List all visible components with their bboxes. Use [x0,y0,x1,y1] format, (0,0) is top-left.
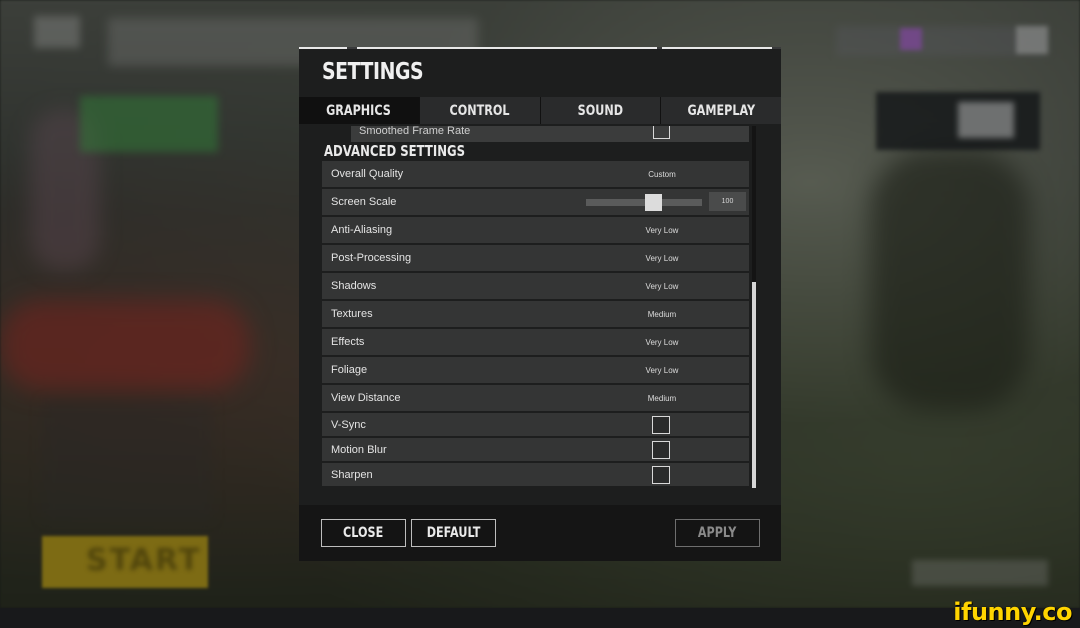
background-mode-badge [958,102,1014,138]
screen-scale-row: Screen Scale 100 [322,189,749,215]
screen-scale-slider-track[interactable] [586,199,702,206]
overall-quality-label: Overall Quality [331,168,404,180]
foliage-label: Foliage [331,364,368,376]
shadows-row[interactable]: Shadows Very Low [322,273,749,299]
settings-scroll-area[interactable]: Smoothed Frame Rate ADVANCED SETTINGS Ov… [322,126,756,488]
watermark-bar [0,608,1080,628]
textures-row[interactable]: Textures Medium [322,301,749,327]
effects-label: Effects [331,336,365,348]
scrollbar-thumb[interactable] [752,282,756,488]
view-distance-row[interactable]: View Distance Medium [322,385,749,411]
vsync-label: V-Sync [331,418,366,431]
sharpen-label: Sharpen [331,468,373,481]
tab-graphics-label: GRAPHICS [326,102,392,119]
effects-row[interactable]: Effects Very Low [322,329,749,355]
top-divider [299,47,347,49]
background-vehicle [0,300,250,390]
overall-quality-value[interactable]: Custom [622,170,702,179]
background-menu-list [42,400,212,520]
view-distance-value[interactable]: Medium [622,394,702,403]
screen-scale-slider-handle[interactable] [645,194,663,211]
ifunny-watermark: ifunny.co [953,598,1072,626]
post-processing-row[interactable]: Post-Processing Very Low [322,245,749,271]
default-button-label: DEFAULT [426,525,481,541]
sharpen-row[interactable]: Sharpen [322,463,749,486]
sharpen-checkbox[interactable] [652,465,670,484]
close-button[interactable]: CLOSE [321,519,406,547]
textures-label: Textures [331,308,373,320]
background-start-label: START [86,543,202,578]
close-button-label: CLOSE [343,525,384,541]
foliage-row[interactable]: Foliage Very Low [322,357,749,383]
background-logo [34,16,80,48]
post-processing-value[interactable]: Very Low [622,254,702,263]
shadows-label: Shadows [331,280,377,292]
tab-control[interactable]: CONTROL [419,97,541,124]
foliage-value[interactable]: Very Low [622,366,702,375]
tab-graphics[interactable]: GRAPHICS [299,97,420,124]
tab-gameplay[interactable]: GAMEPLAY [661,97,781,124]
settings-dialog: SETTINGS GRAPHICS CONTROL SOUND GAMEPLAY… [299,47,781,561]
screen-scale-label: Screen Scale [331,196,397,208]
background-currency-icon [900,28,922,50]
anti-aliasing-value[interactable]: Very Low [622,226,702,235]
anti-aliasing-label: Anti-Aliasing [331,224,393,236]
tab-sound[interactable]: SOUND [540,97,662,124]
apply-button[interactable]: APPLY [675,519,760,547]
motion-blur-checkbox[interactable] [652,440,670,459]
default-button[interactable]: DEFAULT [411,519,496,547]
dialog-footer: CLOSE DEFAULT APPLY [299,505,781,561]
background-tree [870,150,1030,410]
advanced-settings-heading: ADVANCED SETTINGS [324,142,466,160]
smoothed-frame-rate-label: Smoothed Frame Rate [359,126,471,137]
tab-sound-label: SOUND [577,102,624,119]
top-divider [357,47,657,49]
vsync-checkbox[interactable] [652,415,670,434]
screen-scale-value-field[interactable]: 100 [709,192,746,211]
textures-value[interactable]: Medium [622,310,702,319]
post-processing-label: Post-Processing [331,252,412,264]
motion-blur-label: Motion Blur [331,443,387,456]
smoothed-frame-rate-checkbox[interactable] [653,126,670,139]
tab-control-label: CONTROL [449,102,510,119]
top-divider [662,47,772,49]
background-bottom-icons [912,560,1048,586]
effects-value[interactable]: Very Low [622,338,702,347]
vsync-row[interactable]: V-Sync [322,413,749,436]
smoothed-frame-rate-row: Smoothed Frame Rate [351,126,749,142]
shadows-value[interactable]: Very Low [622,282,702,291]
background-green-panel [80,96,218,152]
view-distance-label: View Distance [331,392,401,404]
tab-gameplay-label: GAMEPLAY [687,102,755,119]
anti-aliasing-row[interactable]: Anti-Aliasing Very Low [322,217,749,243]
dialog-title: SETTINGS [322,59,424,85]
background-gear-icon [1016,26,1048,54]
overall-quality-row[interactable]: Overall Quality Custom [322,161,749,187]
settings-tabs: GRAPHICS CONTROL SOUND GAMEPLAY [299,97,781,124]
advanced-settings-list: Overall Quality Custom Screen Scale 100 … [322,161,749,488]
motion-blur-row[interactable]: Motion Blur [322,438,749,461]
apply-button-label: APPLY [698,525,737,541]
